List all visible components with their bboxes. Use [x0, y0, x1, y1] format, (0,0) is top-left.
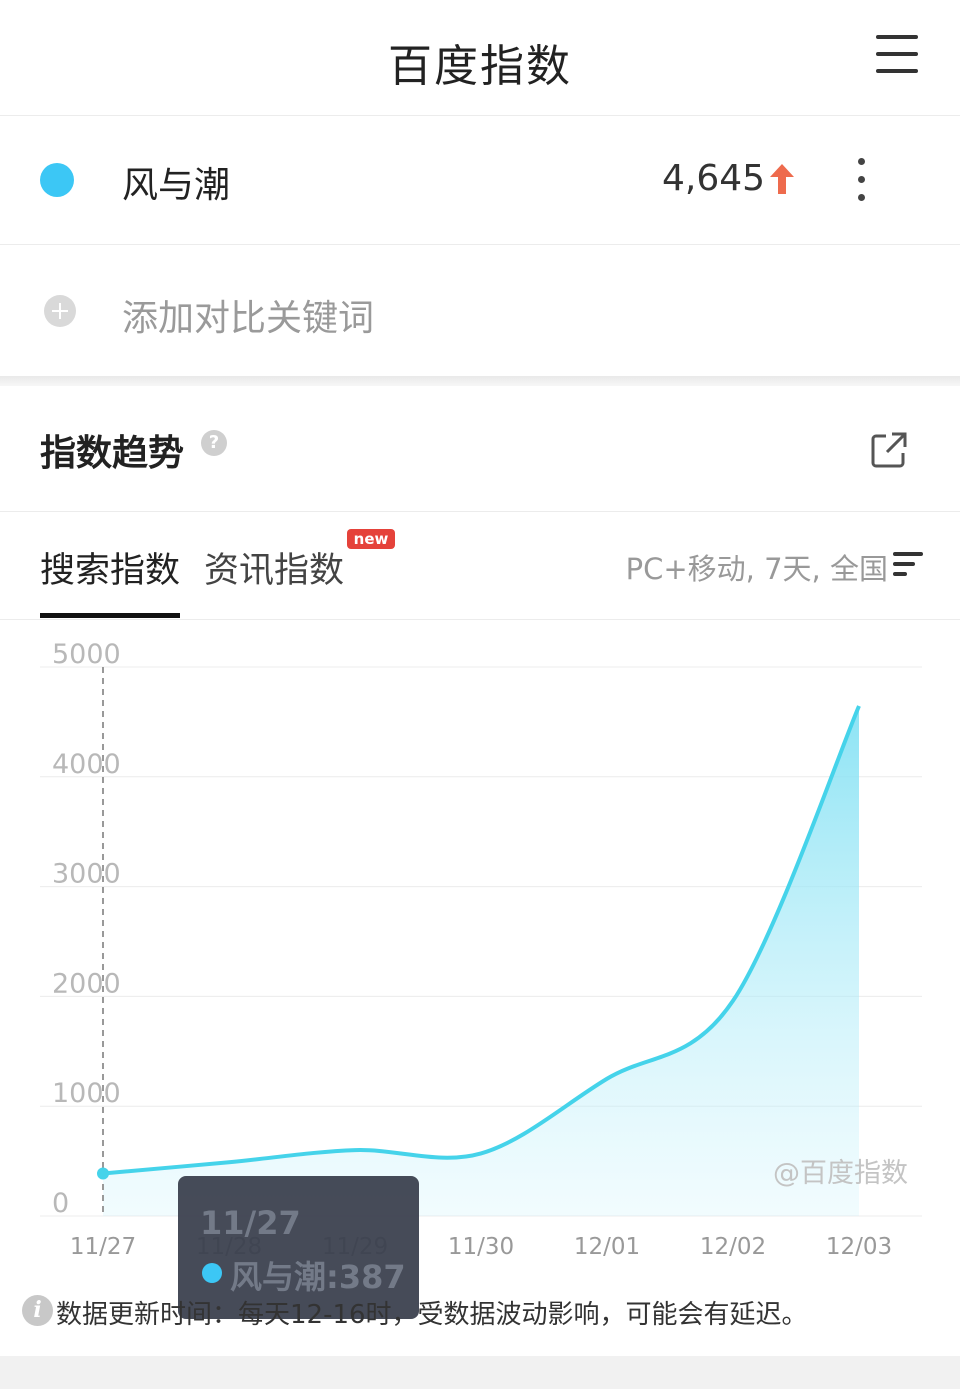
info-icon: i: [22, 1295, 53, 1326]
section-divider: [0, 376, 960, 386]
tooltip-series-dot: [202, 1263, 222, 1283]
y-tick-label: 5000: [52, 639, 121, 670]
page-title: 百度指数: [388, 41, 572, 92]
section-header: 指数趋势 ?: [0, 386, 960, 512]
active-tab-indicator: [40, 613, 180, 618]
watermark: @百度指数: [773, 1158, 908, 1189]
add-compare-keyword[interactable]: 添加对比关键词: [0, 245, 960, 375]
data-update-note: i 数据更新时间：每天12-16时，受数据波动影响，可能会有延迟。: [22, 1292, 952, 1332]
menu-icon[interactable]: [876, 35, 918, 75]
keyword-value: 4,645: [662, 158, 766, 199]
keyword-name: 风与潮: [122, 165, 231, 206]
new-badge: new: [347, 529, 395, 549]
series-area: [103, 705, 859, 1216]
external-link-icon[interactable]: [870, 431, 908, 469]
tab-news-index[interactable]: 资讯指数: [204, 542, 344, 593]
tooltip-series-value: 387: [338, 1258, 406, 1296]
x-tick-label: 11/30: [448, 1234, 514, 1260]
plus-icon: [44, 295, 76, 327]
x-tick-label: 12/01: [574, 1234, 640, 1260]
keyword-color-dot: [40, 163, 74, 197]
add-compare-keyword-label: 添加对比关键词: [122, 298, 375, 339]
trend-chart-svg: 50004000300020001000011/2711/2811/2911/3…: [40, 639, 922, 1260]
keyword-row[interactable]: 风与潮 4,645: [0, 116, 960, 245]
tab-search-index[interactable]: 搜索指数: [40, 542, 180, 593]
y-tick-label: 4000: [52, 749, 121, 780]
data-point: [97, 1167, 109, 1180]
x-tick-label: 12/03: [826, 1234, 892, 1260]
y-tick-label: 1000: [52, 1078, 121, 1109]
tooltip-series-name: 风与潮: [230, 1258, 327, 1296]
filter-icon[interactable]: [893, 550, 923, 578]
x-tick-label: 11/27: [70, 1234, 136, 1260]
index-tabs: 搜索指数 资讯指数 new PC+移动, 7天, 全国: [0, 512, 960, 620]
more-options-icon[interactable]: [853, 156, 869, 206]
y-tick-label: 2000: [52, 968, 121, 999]
section-title: 指数趋势: [40, 433, 185, 474]
bottom-bar: [0, 1356, 960, 1389]
y-tick-label: 3000: [52, 859, 121, 890]
help-icon[interactable]: ?: [201, 430, 227, 456]
arrow-up-icon: [770, 164, 794, 194]
x-tick-label: 12/02: [700, 1234, 766, 1260]
data-update-note-text: 数据更新时间：每天12-16时，受数据波动影响，可能会有延迟。: [56, 1300, 808, 1330]
filter-label[interactable]: PC+移动, 7天, 全国: [626, 546, 888, 588]
tooltip-date: 11/27: [200, 1204, 301, 1242]
trend-chart: 50004000300020001000011/2711/2811/2911/3…: [0, 620, 960, 1280]
app-header: 百度指数: [0, 0, 960, 116]
y-tick-label: 0: [52, 1188, 69, 1219]
